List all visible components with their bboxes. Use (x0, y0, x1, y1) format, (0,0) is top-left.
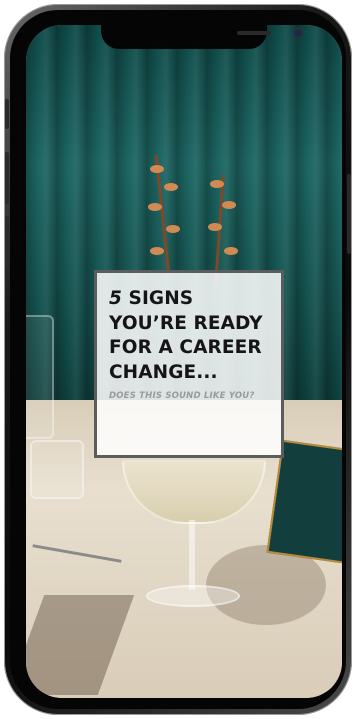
dried-leaf (224, 247, 238, 255)
dried-leaf (164, 183, 178, 191)
volume-up-button (5, 152, 9, 204)
dried-leaf (148, 203, 162, 211)
glass (26, 315, 54, 439)
camera-icon (294, 29, 302, 37)
volume-down-button (5, 216, 9, 268)
dried-leaf (222, 201, 236, 209)
post-text-card[interactable]: 5 SIGNS YOU’RE READY FOR A CAREER CHANGE… (94, 270, 284, 458)
headline-text: SIGNS YOU’RE READY FOR A CAREER CHANGE..… (109, 288, 263, 383)
dried-leaf (208, 223, 222, 231)
post-subline: DOES THIS SOUND LIKE YOU? (109, 391, 255, 401)
phone-screen[interactable]: 5 SIGNS YOU’RE READY FOR A CAREER CHANGE… (26, 25, 342, 698)
post-headline: 5 SIGNS YOU’RE READY FOR A CAREER CHANGE… (109, 287, 271, 385)
coupe-glass-stem (189, 520, 195, 590)
power-button (347, 174, 351, 254)
mute-switch (5, 99, 9, 129)
speaker-icon (237, 31, 271, 35)
dried-leaf (150, 165, 164, 173)
dried-leaf (150, 247, 164, 255)
dried-leaf (210, 180, 224, 188)
dried-leaf (166, 225, 180, 233)
phone-notch (101, 25, 302, 49)
headline-number: 5 (109, 288, 122, 309)
coupe-glass-base (146, 585, 240, 607)
glass (30, 440, 84, 499)
